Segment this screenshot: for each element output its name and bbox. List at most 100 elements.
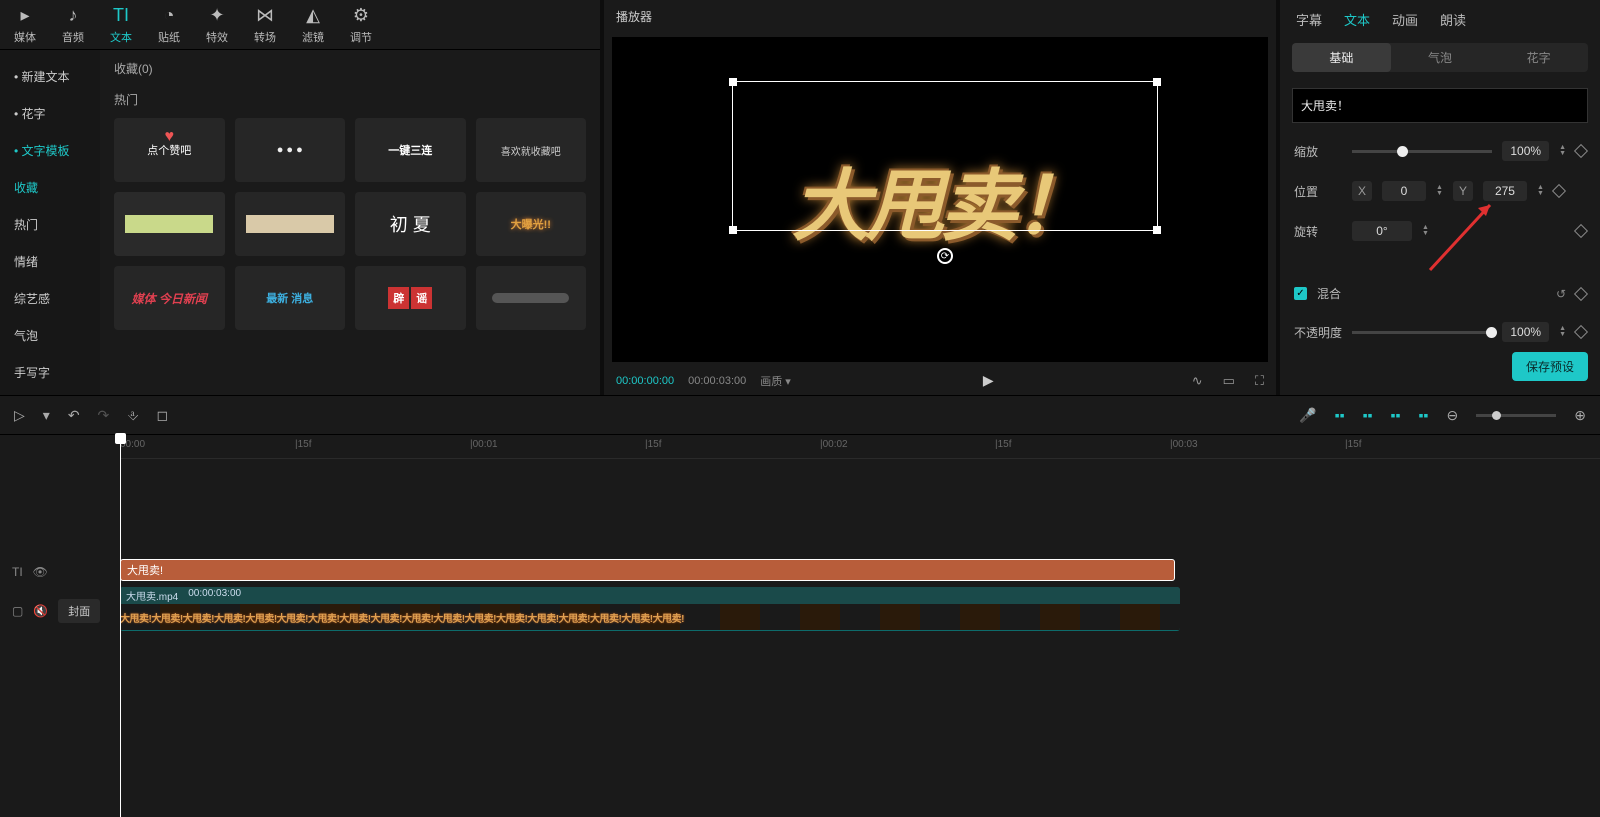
- pos-y-spinner[interactable]: ▲▼: [1537, 185, 1544, 197]
- asset-tab-滤镜[interactable]: ◭滤镜: [302, 4, 324, 45]
- ratio-icon[interactable]: ▭: [1223, 373, 1235, 389]
- timeline-toolbar: ▷ ▾ ↶ ↷ ⎀ ◻ 🎤 ▪▪ ▪▪ ▪▪ ▪▪ ⊖ ⊕: [0, 395, 1600, 435]
- time-ruler[interactable]: 00:00|15f|00:01|15f|00:02|15f|00:03|15f: [120, 435, 1600, 459]
- selection-box[interactable]: ⟳: [732, 81, 1158, 231]
- playhead[interactable]: [120, 435, 121, 817]
- prop-subtab-花字[interactable]: 花字: [1489, 43, 1588, 72]
- preview-stage[interactable]: 大甩卖！ ⟳: [612, 37, 1268, 362]
- visibility-icon[interactable]: 👁: [33, 565, 48, 579]
- template-thumb[interactable]: 喜欢就收藏吧: [476, 118, 587, 182]
- asset-tab-音频[interactable]: ♪音频: [62, 4, 84, 45]
- mix-row: ✓ 混合 ↺: [1294, 285, 1586, 302]
- sidebar-item[interactable]: • 新建文本: [0, 58, 100, 95]
- template-thumb[interactable]: 一键三连: [355, 118, 466, 182]
- track-toggle-3[interactable]: ▪▪: [1391, 407, 1401, 423]
- pos-keyframe-icon[interactable]: [1552, 184, 1566, 198]
- redo-button[interactable]: ↷: [98, 407, 110, 424]
- template-thumb[interactable]: [114, 192, 225, 256]
- fullscreen-icon[interactable]: ⛶: [1255, 373, 1264, 389]
- resize-handle-tl[interactable]: [729, 78, 737, 86]
- asset-tab-文本[interactable]: TI文本: [110, 4, 132, 45]
- sidebar-item[interactable]: 情绪: [0, 243, 100, 280]
- ruler-tick: |15f: [295, 439, 312, 450]
- resize-handle-br[interactable]: [1153, 226, 1161, 234]
- save-preset-button[interactable]: 保存预设: [1512, 352, 1588, 381]
- crop-tool[interactable]: ◻: [156, 407, 168, 424]
- video-clip[interactable]: 大甩卖.mp4 00:00:03:00 大甩卖!大甩卖!大甩卖!大甩卖!大甩卖!…: [120, 587, 1180, 631]
- undo-button[interactable]: ↶: [68, 407, 80, 424]
- rotation-keyframe-icon[interactable]: [1574, 224, 1588, 238]
- track-toggle-1[interactable]: ▪▪: [1335, 407, 1345, 423]
- mix-checkbox[interactable]: ✓: [1294, 287, 1307, 300]
- scale-spinner[interactable]: ▲▼: [1559, 145, 1566, 157]
- mic-icon[interactable]: 🎤: [1299, 407, 1316, 424]
- track-toggle-2[interactable]: ▪▪: [1363, 407, 1373, 423]
- sidebar-item[interactable]: 热门: [0, 206, 100, 243]
- template-thumb[interactable]: 最新 消息: [235, 266, 346, 330]
- opacity-spinner[interactable]: ▲▼: [1559, 326, 1566, 338]
- prop-subtab-基础[interactable]: 基础: [1292, 43, 1391, 72]
- asset-tab-贴纸[interactable]: ◔贴纸: [158, 4, 180, 45]
- opacity-value[interactable]: 100%: [1502, 322, 1549, 342]
- asset-tab-特效[interactable]: ✦特效: [206, 4, 228, 45]
- scale-keyframe-icon[interactable]: [1574, 144, 1588, 158]
- asset-tab-转场[interactable]: ⋈转场: [254, 4, 276, 45]
- prop-tab-文本[interactable]: 文本: [1344, 10, 1370, 29]
- sidebar-item[interactable]: • 花字: [0, 95, 100, 132]
- split-tool[interactable]: ⎀: [127, 407, 138, 424]
- zoom-out-icon[interactable]: ⊖: [1447, 407, 1459, 424]
- opacity-slider[interactable]: [1352, 331, 1492, 334]
- mix-reset-icon[interactable]: ↺: [1556, 287, 1566, 301]
- quality-dropdown[interactable]: 画质 ▾: [760, 373, 791, 389]
- clip-thumbnails: 大甩卖!大甩卖!大甩卖!大甩卖!大甩卖!大甩卖!大甩卖!大甩卖!大甩卖!大甩卖!…: [120, 604, 1180, 630]
- text-clip[interactable]: 大甩卖!: [120, 559, 1175, 581]
- pos-y-input[interactable]: 275: [1483, 181, 1527, 201]
- sidebar-item[interactable]: 收藏: [0, 169, 100, 206]
- template-thumb[interactable]: 点个赞吧: [114, 118, 225, 182]
- preview-panel: 播放器 大甩卖！ ⟳ 00:00:00:00 00:00:03:00 画质 ▾ …: [604, 0, 1276, 395]
- prop-subtab-气泡[interactable]: 气泡: [1391, 43, 1490, 72]
- template-thumb[interactable]: 大曝光!!: [476, 192, 587, 256]
- template-thumb[interactable]: ● ● ●: [235, 118, 346, 182]
- clip-filename: 大甩卖.mp4: [126, 588, 178, 603]
- dropdown-icon[interactable]: ▾: [43, 407, 50, 424]
- track-toggle-4[interactable]: ▪▪: [1419, 407, 1429, 423]
- pos-x-input[interactable]: 0: [1382, 181, 1426, 201]
- resize-handle-bl[interactable]: [729, 226, 737, 234]
- template-thumb[interactable]: [476, 266, 587, 330]
- mute-icon[interactable]: 🔇: [33, 604, 48, 618]
- mix-keyframe-icon[interactable]: [1574, 286, 1588, 300]
- scale-value[interactable]: 100%: [1502, 141, 1549, 161]
- cover-button[interactable]: 封面: [58, 599, 100, 623]
- template-thumb[interactable]: 辟谣: [355, 266, 466, 330]
- prop-tab-动画[interactable]: 动画: [1392, 10, 1418, 29]
- pos-x-spinner[interactable]: ▲▼: [1436, 185, 1443, 197]
- template-grid-area: 收藏(0) 热门 点个赞吧● ● ●一键三连喜欢就收藏吧初 夏大曝光!!媒体 今…: [100, 50, 600, 395]
- template-thumb[interactable]: 初 夏: [355, 192, 466, 256]
- prop-tab-朗读[interactable]: 朗读: [1440, 10, 1466, 29]
- play-button[interactable]: ▶: [805, 372, 1172, 389]
- prop-tab-字幕[interactable]: 字幕: [1296, 10, 1322, 29]
- sidebar-item[interactable]: • 文字模板: [0, 132, 100, 169]
- text-content-input[interactable]: 大甩卖！: [1292, 88, 1588, 123]
- scale-slider[interactable]: [1352, 150, 1492, 153]
- zoom-slider[interactable]: [1476, 414, 1556, 417]
- mix-label: 混合: [1317, 285, 1341, 302]
- rotation-input[interactable]: 0°: [1352, 221, 1412, 241]
- template-thumb[interactable]: 媒体 今日新闻: [114, 266, 225, 330]
- opacity-keyframe-icon[interactable]: [1574, 325, 1588, 339]
- zoom-in-icon[interactable]: ⊕: [1574, 407, 1586, 424]
- waveform-icon[interactable]: ∿: [1192, 373, 1203, 389]
- asset-tab-调节[interactable]: ⚙调节: [350, 4, 372, 45]
- asset-type-tabs: ▸媒体 ♪音频 TI文本 ◔贴纸 ✦特效 ⋈转场 ◭滤镜 ⚙调节: [0, 0, 600, 50]
- asset-tab-媒体[interactable]: ▸媒体: [14, 4, 36, 45]
- rotate-handle-icon[interactable]: ⟳: [937, 248, 953, 264]
- resize-handle-tr[interactable]: [1153, 78, 1161, 86]
- sidebar-item[interactable]: 手写字: [0, 354, 100, 391]
- sidebar-item[interactable]: 气泡: [0, 317, 100, 354]
- ruler-tick: |00:02: [820, 439, 848, 450]
- pos-x-label: X: [1352, 181, 1372, 201]
- sidebar-item[interactable]: 综艺感: [0, 280, 100, 317]
- template-thumb[interactable]: [235, 192, 346, 256]
- pointer-tool[interactable]: ▷: [14, 407, 25, 424]
